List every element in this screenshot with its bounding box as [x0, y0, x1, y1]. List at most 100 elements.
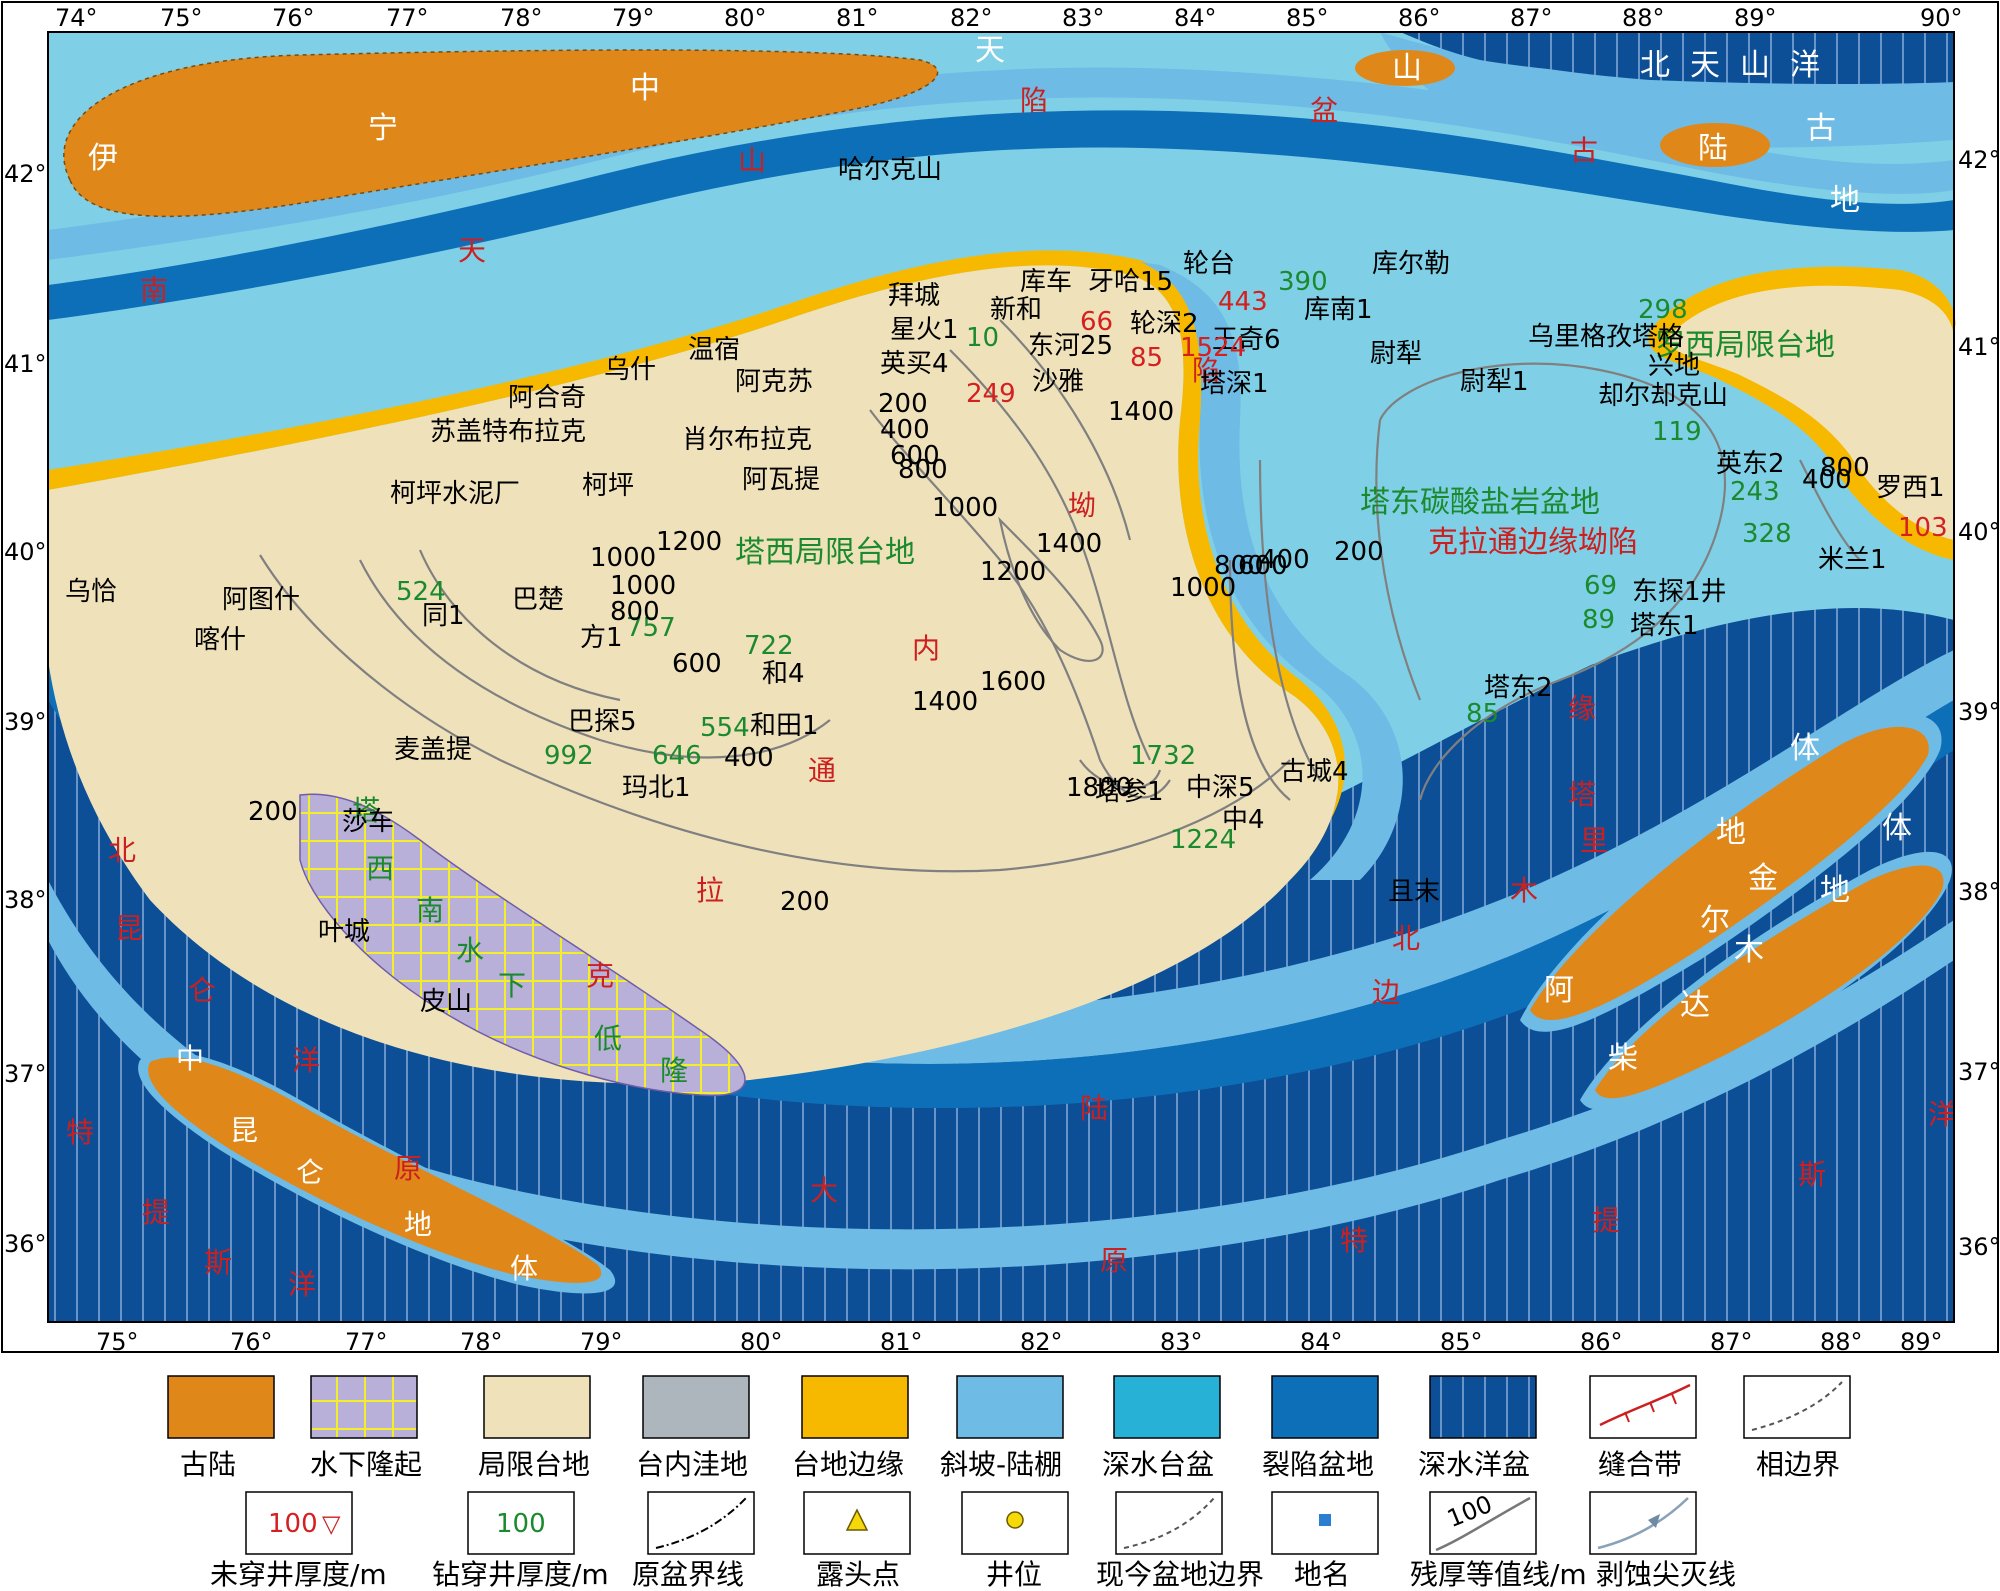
svg-text:特: 特 [66, 1116, 94, 1149]
svg-text:新和: 新和 [990, 295, 1042, 325]
svg-text:洋: 洋 [1928, 1098, 1956, 1131]
svg-text:剥蚀尖灭线: 剥蚀尖灭线 [1596, 1558, 1736, 1591]
svg-text:39°: 39° [1958, 698, 2000, 726]
svg-text:75°: 75° [160, 4, 203, 32]
svg-text:温宿: 温宿 [688, 335, 740, 365]
svg-text:400: 400 [1802, 465, 1852, 495]
svg-text:地: 地 [404, 1208, 432, 1241]
svg-text:洋: 洋 [288, 1268, 316, 1301]
svg-text:天: 天 [975, 33, 1005, 68]
svg-text:里: 里 [1580, 824, 1608, 857]
svg-text:山: 山 [1392, 51, 1422, 86]
svg-text:却尔却克山: 却尔却克山 [1598, 381, 1728, 411]
svg-text:柴: 柴 [1608, 1041, 1638, 1076]
svg-text:尉犁1: 尉犁1 [1460, 367, 1529, 397]
svg-text:原: 原 [394, 1152, 422, 1185]
svg-text:昆: 昆 [230, 1114, 258, 1147]
svg-text:沙雅: 沙雅 [1032, 367, 1084, 397]
svg-text:南: 南 [140, 274, 168, 307]
svg-text:露头点: 露头点 [816, 1558, 900, 1591]
svg-text:体: 体 [1790, 731, 1820, 766]
svg-text:328: 328 [1742, 519, 1792, 549]
red-triangle-icon: ▽ [322, 1510, 341, 1538]
svg-text:裂陷盆地: 裂陷盆地 [1262, 1448, 1374, 1481]
svg-text:山: 山 [738, 144, 766, 177]
svg-text:特: 特 [1340, 1224, 1368, 1257]
svg-text:地: 地 [1830, 183, 1860, 218]
svg-text:原盆界线: 原盆界线 [632, 1558, 744, 1591]
svg-text:86°: 86° [1398, 4, 1441, 32]
svg-text:斯: 斯 [1798, 1158, 1826, 1191]
svg-text:盆: 盆 [1310, 94, 1338, 127]
svg-text:未穿井厚度/m: 未穿井厚度/m [210, 1558, 387, 1591]
svg-text:800: 800 [898, 455, 948, 485]
place-square-icon [1319, 1514, 1331, 1526]
svg-text:坳: 坳 [1068, 489, 1096, 522]
svg-text:塔西局限台地: 塔西局限台地 [735, 535, 915, 570]
svg-text:古城4: 古城4 [1280, 757, 1349, 787]
svg-text:1400: 1400 [912, 687, 978, 717]
svg-text:1000: 1000 [590, 543, 656, 573]
svg-text:443: 443 [1218, 287, 1268, 317]
svg-text:249: 249 [966, 379, 1016, 409]
legend-row-2: 100 ▽ 100 100 未穿井厚度/m 钻穿井厚度/m 原盆界线 露头点 井… [210, 1490, 1736, 1591]
svg-text:巴探5: 巴探5 [568, 707, 637, 737]
svg-text:罗西1: 罗西1 [1876, 473, 1945, 503]
svg-text:皮山: 皮山 [420, 987, 472, 1017]
legend-ancient-land-swatch [167, 1375, 275, 1439]
svg-text:78°: 78° [500, 4, 543, 32]
svg-text:阿克苏: 阿克苏 [735, 367, 813, 397]
svg-text:原: 原 [1100, 1244, 1128, 1277]
svg-text:古: 古 [1806, 111, 1836, 146]
svg-text:苏盖特布拉克: 苏盖特布拉克 [430, 417, 586, 447]
svg-text:阿: 阿 [1544, 973, 1574, 1008]
svg-text:英买4: 英买4 [880, 349, 949, 379]
legend-original-boundary-swatch [647, 1491, 755, 1555]
svg-text:1400: 1400 [1036, 529, 1102, 559]
svg-text:柯坪: 柯坪 [582, 471, 634, 501]
svg-text:玛北1: 玛北1 [622, 773, 691, 803]
svg-text:克: 克 [586, 959, 614, 992]
svg-text:库车: 库车 [1020, 267, 1072, 297]
svg-text:洋: 洋 [292, 1044, 320, 1077]
svg-text:400: 400 [1260, 545, 1310, 575]
svg-text:地: 地 [1716, 815, 1746, 850]
svg-text:仑: 仑 [188, 974, 216, 1007]
svg-text:66: 66 [1080, 307, 1113, 337]
svg-text:89: 89 [1582, 605, 1615, 635]
svg-text:524: 524 [396, 577, 446, 607]
svg-text:1600: 1600 [980, 667, 1046, 697]
svg-text:37°: 37° [4, 1060, 47, 1088]
svg-text:牙哈15: 牙哈15 [1088, 267, 1173, 297]
svg-text:台地边缘: 台地边缘 [792, 1448, 904, 1481]
svg-text:兴地: 兴地 [1648, 351, 1700, 381]
svg-text:库尔勒: 库尔勒 [1372, 249, 1450, 279]
svg-text:斜坡-陆棚: 斜坡-陆棚 [940, 1448, 1062, 1481]
svg-text:乌恰: 乌恰 [65, 577, 117, 607]
svg-text:钻穿井厚度/m: 钻穿井厚度/m [432, 1558, 609, 1591]
svg-text:体: 体 [510, 1252, 538, 1285]
svg-text:水下隆起: 水下隆起 [310, 1448, 422, 1481]
well-dot-icon [1006, 1511, 1024, 1529]
svg-text:喀什: 喀什 [194, 625, 246, 655]
kelatong-label: 克拉通边缘坳陷 [1428, 525, 1638, 560]
svg-text:100: 100 [496, 1509, 546, 1539]
svg-text:243: 243 [1730, 477, 1780, 507]
svg-text:40°: 40° [1958, 518, 2000, 546]
svg-text:哈尔克山: 哈尔克山 [838, 155, 942, 185]
svg-text:缘: 缘 [1568, 692, 1596, 725]
svg-text:40°: 40° [4, 538, 47, 566]
svg-text:38°: 38° [4, 886, 47, 914]
svg-text:554: 554 [700, 713, 750, 743]
svg-text:北: 北 [1392, 922, 1420, 955]
svg-text:阿图什: 阿图什 [222, 585, 300, 615]
svg-text:莎车: 莎车 [342, 807, 394, 837]
svg-text:叶城: 叶城 [318, 917, 370, 947]
svg-text:东探1井: 东探1井 [1632, 577, 1727, 607]
legend-uplift-swatch [310, 1375, 418, 1439]
svg-text:库南1: 库南1 [1304, 295, 1373, 325]
svg-text:1732: 1732 [1130, 741, 1196, 771]
svg-text:1000: 1000 [932, 493, 998, 523]
legend-rift-swatch [1271, 1375, 1379, 1439]
svg-text:伊: 伊 [88, 141, 118, 176]
